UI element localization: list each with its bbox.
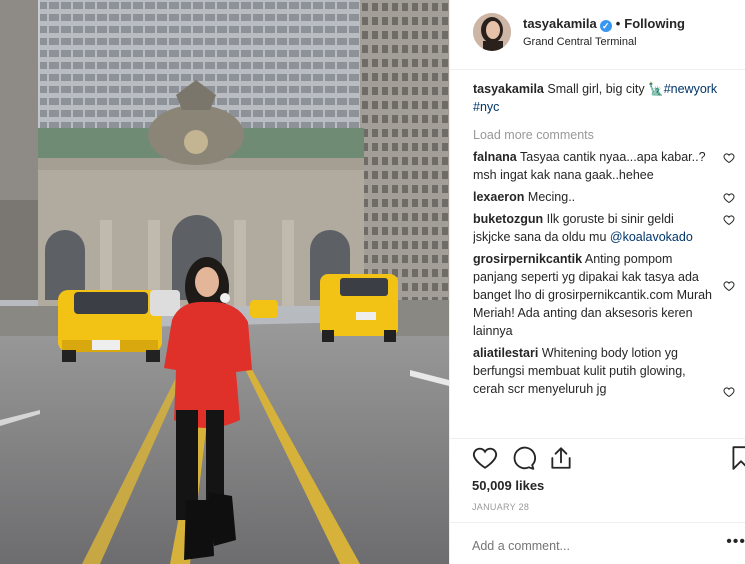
mention-link[interactable]: @koalavokado — [610, 230, 693, 244]
location-link[interactable]: Grand Central Terminal — [523, 36, 637, 48]
comment-username[interactable]: buketozgun — [473, 212, 543, 226]
statue-of-liberty-emoji: 🗽 — [648, 82, 664, 96]
following-button[interactable]: Following — [624, 16, 685, 31]
comment-item: lexaeron Mecing.. — [473, 188, 743, 206]
comment-item: grosirpernikcantik Anting pompom panjang… — [473, 250, 743, 340]
like-comment-heart-icon[interactable] — [723, 280, 735, 292]
more-options-icon[interactable]: ••• — [726, 533, 745, 551]
caption-username[interactable]: tasyakamila — [473, 82, 544, 96]
post-caption: tasyakamila Small girl, big city 🗽#newyo… — [473, 80, 743, 116]
header-username-row: tasyakamila ✓ • Following — [523, 16, 685, 32]
comment-username[interactable]: aliatilestari — [473, 346, 538, 360]
hashtag-link[interactable]: #nyc — [473, 100, 499, 114]
comment-item: falnana Tasyaa cantik nyaa...apa kabar..… — [473, 148, 743, 184]
separator-dot: • — [615, 16, 621, 31]
avatar[interactable] — [473, 13, 511, 51]
comment-icon[interactable] — [510, 445, 536, 471]
like-comment-heart-icon[interactable] — [723, 152, 735, 164]
comment-username[interactable]: lexaeron — [473, 190, 524, 204]
add-comment-bar: ••• — [450, 522, 745, 564]
like-comment-heart-icon[interactable] — [723, 386, 735, 398]
header-username[interactable]: tasyakamila — [523, 16, 597, 31]
post-actions-bar: 50,009 likes JANUARY 28 — [450, 438, 745, 520]
post-header: tasyakamila ✓ • Following Grand Central Ter… — [450, 0, 745, 70]
share-icon[interactable] — [548, 445, 574, 471]
post-side-panel: tasyakamila ✓ • Following Grand Central Ter… — [449, 0, 745, 564]
comment-username[interactable]: grosirpernikcantik — [473, 252, 582, 266]
comment-item: aliatilestari Whitening body lotion yg b… — [473, 344, 743, 398]
like-comment-heart-icon[interactable] — [723, 192, 735, 204]
likes-count[interactable]: 50,009 likes — [472, 478, 544, 493]
heart-icon[interactable] — [472, 445, 498, 471]
post-date: JANUARY 28 — [472, 502, 530, 512]
comment-text: Mecing.. — [527, 190, 576, 204]
comment-username[interactable]: falnana — [473, 150, 517, 164]
hashtag-link[interactable]: #newyork — [664, 82, 718, 96]
comments-list[interactable]: tasyakamila Small girl, big city 🗽#newyo… — [473, 80, 743, 438]
verified-badge-icon: ✓ — [599, 20, 612, 32]
caption-text: Small girl, big city — [547, 82, 645, 96]
load-more-comments-button[interactable]: Load more comments — [473, 128, 743, 142]
post-photo[interactable] — [0, 0, 449, 564]
comment-item: buketozgun Ilk goruste bi sinir geldi js… — [473, 210, 743, 246]
bookmark-icon[interactable] — [728, 445, 745, 471]
add-comment-input[interactable] — [472, 539, 692, 553]
like-comment-heart-icon[interactable] — [723, 214, 735, 226]
